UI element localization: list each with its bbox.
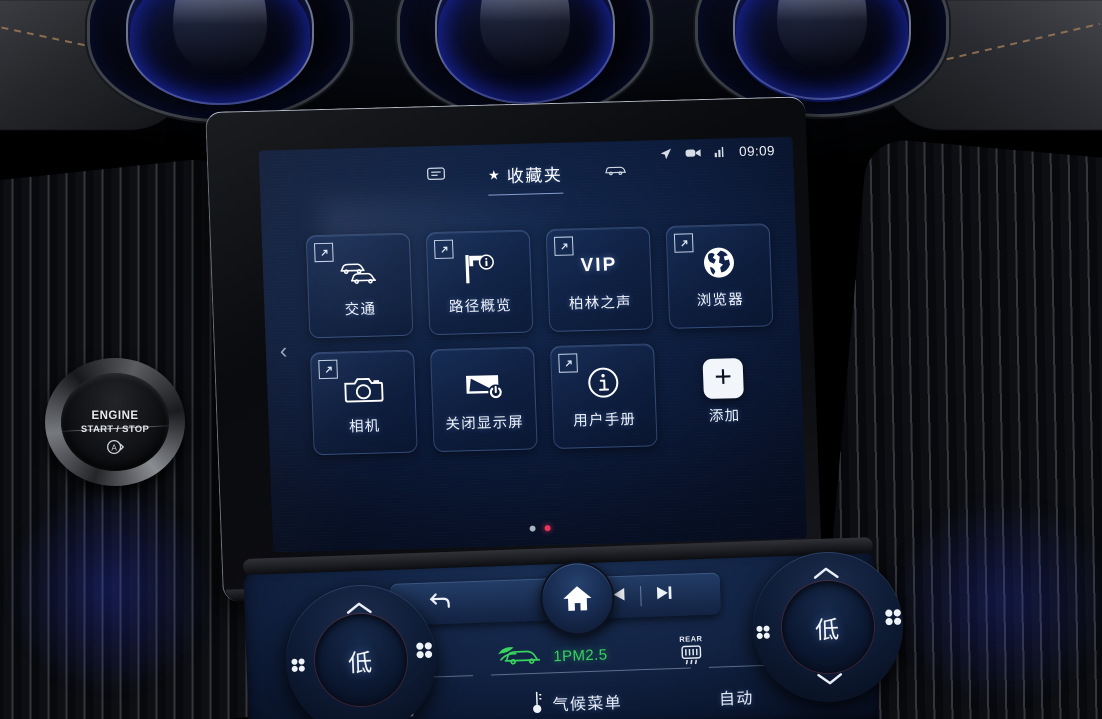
ambient-light-left xyxy=(0,470,230,710)
back-arrow-icon[interactable] xyxy=(428,590,453,616)
tile-traffic[interactable]: 交通 xyxy=(305,232,414,339)
temp-right-up-icon[interactable] xyxy=(812,566,841,585)
tile-user-manual[interactable]: 用户手册 xyxy=(549,343,658,449)
car-icon xyxy=(604,163,627,182)
engine-start-stop-button[interactable]: ENGINE START / STOP A xyxy=(45,358,185,486)
rear-defrost-icon xyxy=(679,644,704,670)
shortcut-arrow-icon xyxy=(318,359,338,380)
shortcut-arrow-icon xyxy=(433,239,454,260)
tile-display-off[interactable]: 关闭显示屏 xyxy=(429,346,538,453)
temp-right-value: 低 xyxy=(814,616,842,644)
tile-route-overview[interactable]: 路径概览 xyxy=(425,229,534,336)
air-quality-value: 1PM2.5 xyxy=(553,645,608,665)
temp-right-down-icon[interactable] xyxy=(816,671,845,690)
tile-browser-label: 浏览器 xyxy=(696,291,745,310)
engine-label-line1: ENGINE xyxy=(91,410,139,423)
screen-display[interactable]: 09:09 ★ 收藏夹 ‹ 交通 路径概览 VIP 柏林之声 浏览器 相机 关闭… xyxy=(258,136,808,553)
tile-traffic-label: 交通 xyxy=(344,301,377,319)
page-indicator xyxy=(273,518,807,538)
navbar-divider xyxy=(639,586,642,607)
tile-display-off-label: 关闭显示屏 xyxy=(445,414,525,433)
temp-left-fan-up-icon[interactable] xyxy=(414,640,434,665)
shortcut-arrow-icon xyxy=(553,236,574,256)
temp-left-fan-down-icon[interactable] xyxy=(290,657,307,679)
favorites-tile-grid: 交通 路径概览 VIP 柏林之声 浏览器 相机 关闭显示屏 用户手册 + 添加 xyxy=(305,223,778,456)
page-dot-active[interactable] xyxy=(543,525,551,532)
tab-vehicle[interactable] xyxy=(604,163,627,189)
rear-defrost-label: REAR xyxy=(679,633,703,644)
temp-right-readout: 低 xyxy=(780,579,876,675)
tile-camera-label: 相机 xyxy=(348,418,381,436)
rear-defrost-button[interactable]: REAR xyxy=(646,632,737,670)
dashboard-scene: ENGINE START / STOP A 09:09 ★ 收藏夹 ‹ 交通 路… xyxy=(0,0,1102,719)
message-icon xyxy=(427,167,447,187)
tile-add[interactable]: + 添加 xyxy=(670,340,778,444)
temp-left-readout: 低 xyxy=(313,612,409,708)
tab-messages[interactable] xyxy=(427,167,447,194)
ambient-light-right xyxy=(872,480,1102,719)
previous-page-arrow[interactable]: ‹ xyxy=(279,338,287,363)
tab-favorites-label: 收藏夹 xyxy=(506,165,563,187)
screen-off-icon xyxy=(462,365,505,406)
engine-button-face: ENGINE START / STOP A xyxy=(61,373,169,471)
climate-menu-button[interactable]: 气候菜单 xyxy=(468,683,685,719)
temp-right-fan-up-icon[interactable] xyxy=(883,607,903,632)
center-touchscreen[interactable]: 09:09 ★ 收藏夹 ‹ 交通 路径概览 VIP 柏林之声 浏览器 相机 关闭… xyxy=(205,96,823,602)
shortcut-arrow-icon xyxy=(673,233,694,253)
temp-left-up-icon[interactable] xyxy=(345,601,374,620)
shortcut-arrow-icon xyxy=(313,242,334,263)
top-tab-bar[interactable]: ★ 收藏夹 xyxy=(259,155,794,202)
auto-right-button[interactable]: 自动 xyxy=(684,683,788,711)
svg-text:A: A xyxy=(111,443,117,452)
globe-icon xyxy=(700,242,737,283)
flag-info-icon xyxy=(459,248,498,289)
page-dot[interactable] xyxy=(528,525,536,532)
add-button-surface[interactable]: + xyxy=(702,358,744,400)
climate-menu-label: 气候菜单 xyxy=(552,694,623,715)
tab-favorites[interactable]: ★ 收藏夹 xyxy=(487,160,563,196)
green-car-airflow-icon xyxy=(495,641,546,674)
home-button[interactable] xyxy=(539,560,616,637)
thermometer-icon xyxy=(531,688,544,719)
temp-left-value: 低 xyxy=(347,649,375,677)
home-icon xyxy=(563,586,592,611)
auto-start-stop-icon: A xyxy=(104,436,126,463)
tile-burmester-label: 柏林之声 xyxy=(568,294,633,313)
next-track-icon[interactable] xyxy=(655,585,674,607)
tile-add-label: 添加 xyxy=(708,408,741,425)
vip-badge-text: VIP xyxy=(580,254,618,277)
tile-route-overview-label: 路径概览 xyxy=(448,298,513,316)
vip-badge: VIP xyxy=(580,245,618,286)
camera-icon xyxy=(342,368,385,409)
plus-icon: + xyxy=(702,358,744,400)
info-circle-icon xyxy=(585,362,622,403)
shortcut-arrow-icon xyxy=(558,353,578,373)
temp-right-fan-down-icon[interactable] xyxy=(755,624,772,646)
tile-user-manual-label: 用户手册 xyxy=(572,411,637,430)
tile-camera[interactable]: 相机 xyxy=(309,349,418,456)
star-icon: ★ xyxy=(487,166,500,183)
tile-burmester[interactable]: VIP 柏林之声 xyxy=(545,226,654,333)
two-cars-icon xyxy=(335,251,382,292)
tile-browser[interactable]: 浏览器 xyxy=(665,223,774,329)
